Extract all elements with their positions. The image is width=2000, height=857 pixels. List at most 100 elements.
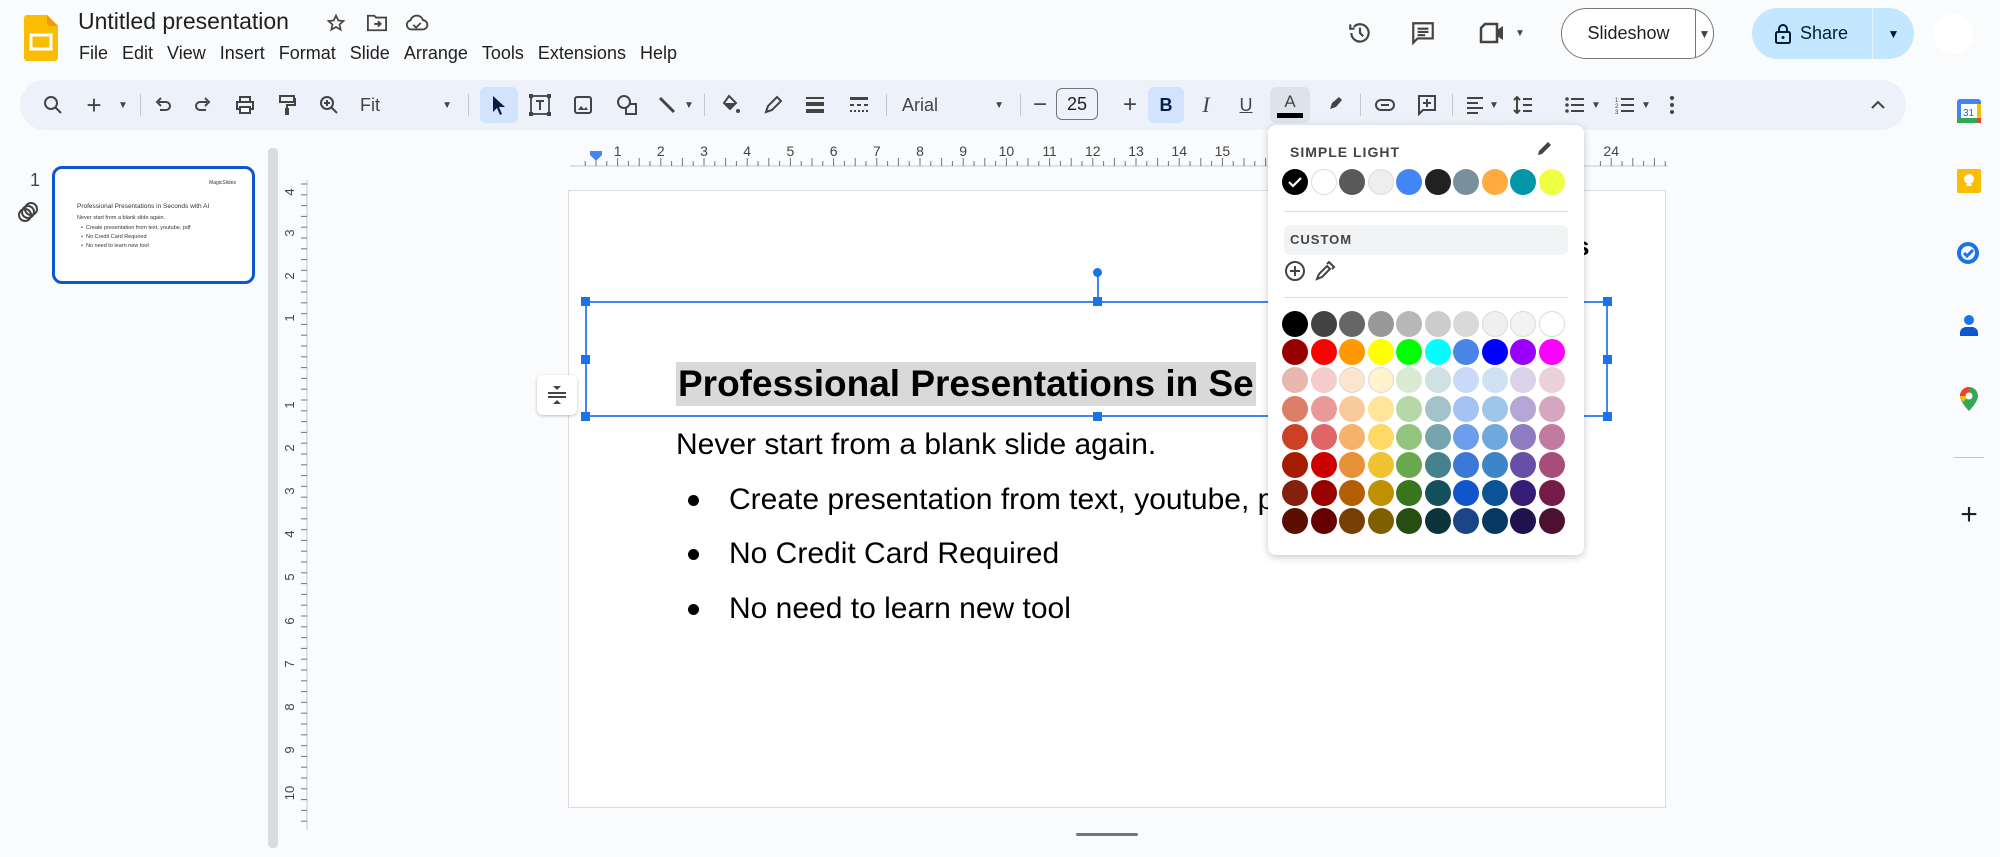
italic-button[interactable]: I <box>1190 80 1222 130</box>
color-swatch[interactable] <box>1424 508 1451 535</box>
color-swatch[interactable] <box>1481 311 1508 337</box>
color-swatch[interactable] <box>1453 339 1479 366</box>
theme-color-swatch[interactable] <box>1510 169 1536 195</box>
color-swatch[interactable] <box>1424 423 1451 450</box>
new-slide-icon[interactable]: + <box>80 80 108 130</box>
collapse-toolbar-icon[interactable] <box>1866 80 1890 130</box>
color-swatch[interactable] <box>1396 395 1422 422</box>
color-swatch[interactable] <box>1310 423 1337 450</box>
highlight-color-icon[interactable] <box>1318 80 1352 130</box>
version-history-icon[interactable] <box>1343 16 1377 50</box>
rotate-handle[interactable] <box>1093 268 1102 277</box>
text-color-button[interactable]: A <box>1270 87 1310 123</box>
color-swatch[interactable] <box>1453 452 1479 478</box>
color-swatch[interactable] <box>1310 452 1337 478</box>
color-swatch[interactable] <box>1538 452 1565 478</box>
color-swatch[interactable] <box>1538 480 1565 507</box>
zoom-select[interactable]: Fit ▼ <box>356 80 456 130</box>
theme-color-swatch[interactable] <box>1339 169 1365 195</box>
theme-color-swatch[interactable] <box>1282 169 1308 195</box>
color-swatch[interactable] <box>1339 508 1365 535</box>
add-comment-icon[interactable] <box>1410 80 1444 130</box>
bulleted-list-icon[interactable] <box>1560 80 1590 130</box>
slideshow-label[interactable]: Slideshow <box>1562 9 1696 58</box>
search-menus-icon[interactable] <box>36 80 70 130</box>
bold-button[interactable]: B <box>1148 87 1184 123</box>
color-swatch[interactable] <box>1310 508 1337 535</box>
color-swatch[interactable] <box>1396 480 1422 507</box>
shape-icon[interactable] <box>610 80 644 130</box>
keep-icon[interactable] <box>1952 164 1986 198</box>
color-swatch[interactable] <box>1367 367 1394 394</box>
align-icon[interactable] <box>1460 80 1490 130</box>
more-options-icon[interactable] <box>1660 80 1684 130</box>
color-swatch[interactable] <box>1453 423 1479 450</box>
menu-extensions[interactable]: Extensions <box>531 41 633 66</box>
fill-color-icon[interactable] <box>714 80 748 130</box>
color-swatch[interactable] <box>1282 339 1308 366</box>
color-swatch[interactable] <box>1453 395 1479 422</box>
resize-handle[interactable] <box>1603 297 1612 306</box>
theme-color-swatch[interactable] <box>1481 169 1508 195</box>
color-swatch[interactable] <box>1481 452 1508 478</box>
share-main[interactable]: Share <box>1752 8 1873 59</box>
color-swatch[interactable] <box>1424 367 1451 394</box>
slide-thumbnail-1[interactable]: MagicSlides Professional Presentations i… <box>52 166 255 284</box>
resize-handle[interactable] <box>581 355 590 364</box>
color-swatch[interactable] <box>1396 508 1422 535</box>
color-swatch[interactable] <box>1367 480 1394 507</box>
theme-color-swatch[interactable] <box>1367 169 1394 195</box>
vertical-ruler[interactable]: 4 3 2 1 1 2 3 4 5 6 7 8 9 10 <box>284 180 308 830</box>
share-button[interactable]: Share ▼ <box>1752 8 1914 59</box>
undo-icon[interactable] <box>148 80 178 130</box>
underline-button[interactable]: U <box>1230 80 1262 130</box>
numbered-list-caret-icon[interactable]: ▼ <box>1640 80 1652 130</box>
color-swatch[interactable] <box>1453 508 1479 535</box>
color-swatch[interactable] <box>1310 480 1337 507</box>
paint-format-icon[interactable] <box>272 80 302 130</box>
slides-logo[interactable] <box>24 15 58 61</box>
color-swatch[interactable] <box>1510 311 1536 337</box>
color-swatch[interactable] <box>1339 339 1365 366</box>
color-swatch[interactable] <box>1339 395 1365 422</box>
contacts-icon[interactable] <box>1952 308 1986 342</box>
align-caret-icon[interactable]: ▼ <box>1488 80 1500 130</box>
print-icon[interactable] <box>230 80 260 130</box>
color-swatch[interactable] <box>1282 311 1308 337</box>
menu-tools[interactable]: Tools <box>475 41 531 66</box>
resize-handle[interactable] <box>581 297 590 306</box>
filmstrip-scrollbar[interactable] <box>268 148 278 848</box>
meet-button[interactable]: ▼ <box>1474 16 1530 50</box>
line-spacing-icon[interactable] <box>1508 80 1538 130</box>
color-swatch[interactable] <box>1538 423 1565 450</box>
theme-color-swatch[interactable] <box>1310 169 1337 195</box>
border-color-icon[interactable] <box>756 80 790 130</box>
color-swatch[interactable] <box>1510 423 1536 450</box>
color-swatch[interactable] <box>1396 339 1422 366</box>
speaker-notes-drag-handle[interactable] <box>1076 833 1138 836</box>
menu-file[interactable]: File <box>72 41 115 66</box>
color-swatch[interactable] <box>1282 480 1308 507</box>
color-swatch[interactable] <box>1310 395 1337 422</box>
color-swatch[interactable] <box>1339 423 1365 450</box>
decrease-font-size-icon[interactable]: − <box>1028 80 1052 130</box>
menu-edit[interactable]: Edit <box>115 41 160 66</box>
color-swatch[interactable] <box>1510 395 1536 422</box>
color-swatch[interactable] <box>1453 367 1479 394</box>
get-addons-icon[interactable]: + <box>1952 498 1986 532</box>
menu-insert[interactable]: Insert <box>213 41 272 66</box>
share-dropdown-icon[interactable]: ▼ <box>1873 27 1914 41</box>
text-box-icon[interactable] <box>523 80 557 130</box>
color-swatch[interactable] <box>1282 423 1308 450</box>
menu-help[interactable]: Help <box>633 41 684 66</box>
color-swatch[interactable] <box>1424 339 1451 366</box>
resize-handle[interactable] <box>1093 412 1102 421</box>
color-swatch[interactable] <box>1481 508 1508 535</box>
color-swatch[interactable] <box>1424 480 1451 507</box>
color-swatch[interactable] <box>1367 508 1394 535</box>
select-tool-icon[interactable] <box>480 87 518 123</box>
color-swatch[interactable] <box>1481 339 1508 366</box>
color-swatch[interactable] <box>1481 395 1508 422</box>
redo-icon[interactable] <box>188 80 218 130</box>
color-swatch[interactable] <box>1310 339 1337 366</box>
